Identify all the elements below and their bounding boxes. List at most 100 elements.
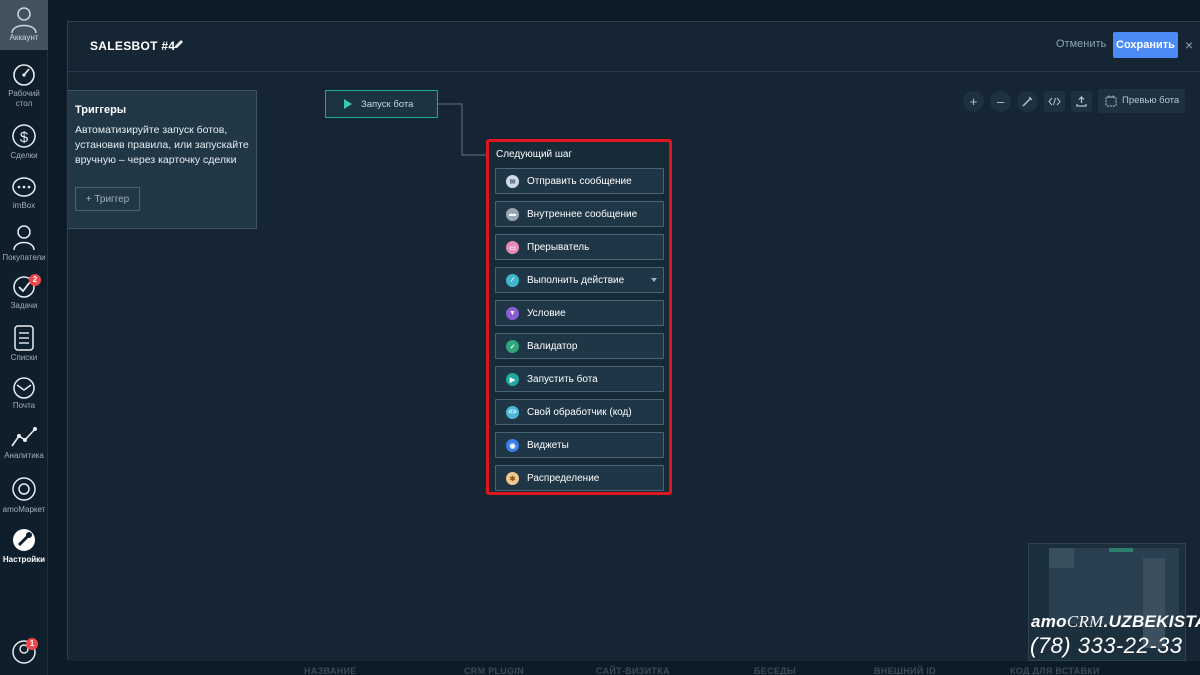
- bot-canvas[interactable]: Триггеры Автоматизируйте запуск ботов, у…: [68, 73, 1200, 661]
- step-label: Валидатор: [527, 341, 578, 352]
- chevron-down-icon[interactable]: [651, 278, 657, 282]
- code-icon: <>: [506, 406, 519, 419]
- sidebar-item-analytics[interactable]: Аналитика: [0, 424, 48, 461]
- sidebar-item-label: Почта: [12, 401, 36, 410]
- notifications-badge: 1: [26, 638, 38, 650]
- dashboard-icon: [13, 64, 35, 86]
- zoom-in-button[interactable]: +: [963, 91, 984, 112]
- step-label: Отправить сообщение: [527, 176, 632, 187]
- sidebar-item-tasks[interactable]: Задачи 2: [0, 274, 48, 311]
- magic-wand-button[interactable]: [1017, 91, 1038, 112]
- notifications-button[interactable]: 1: [0, 638, 48, 666]
- message-icon: ✉: [506, 175, 519, 188]
- next-step-menu: Следующий шаг ✉ Отправить сообщение ▬ Вн…: [486, 139, 672, 495]
- bg-column-embed-code: КОД ДЛЯ ВСТАВКИ: [1010, 666, 1100, 675]
- step-label: Условие: [527, 308, 566, 319]
- distribution-icon: ✱: [506, 472, 519, 485]
- salesbot-editor-modal: SALESBOT #4 Отменить Сохранить × Триггер…: [67, 21, 1200, 661]
- next-step-header: Следующий шаг: [496, 149, 573, 160]
- step-distribution-button[interactable]: ✱ Распределение: [495, 465, 664, 491]
- plus-icon: +: [969, 94, 978, 109]
- save-button[interactable]: Сохранить: [1113, 32, 1178, 58]
- pencil-icon[interactable]: [173, 38, 185, 50]
- watermark-brand: amoCRM.UZBEKISTAN: [1031, 612, 1200, 632]
- sidebar-item-label: Настройки: [2, 555, 46, 564]
- sidebar-item-label: Покупатели: [2, 253, 46, 262]
- start-bot-node[interactable]: Запуск бота: [325, 90, 438, 118]
- step-internal-message-button[interactable]: ▬ Внутреннее сообщение: [495, 201, 664, 227]
- step-label: Запустить бота: [527, 374, 598, 385]
- sidebar-item-label: amoМаркет: [2, 505, 46, 514]
- dollar-icon: $: [12, 124, 36, 148]
- bg-column-name: НАЗВАНИЕ: [304, 666, 357, 675]
- step-validator-button[interactable]: ✓ Валидатор: [495, 333, 664, 359]
- sidebar-item-label: Задачи: [10, 301, 38, 310]
- settings-icon: [13, 529, 35, 551]
- step-condition-button[interactable]: ▼ Условие: [495, 300, 664, 326]
- step-widgets-button[interactable]: ◉ Виджеты: [495, 432, 664, 458]
- minus-icon: –: [996, 94, 1005, 109]
- export-button[interactable]: [1071, 91, 1092, 112]
- sidebar-item-market[interactable]: amoМаркет: [0, 474, 48, 515]
- bg-column-site: САЙТ-ВИЗИТКА: [596, 666, 670, 675]
- preview-label: Превью бота: [1122, 95, 1180, 106]
- sidebar-item-label: Рабочий стол: [8, 89, 40, 108]
- step-label: Распределение: [527, 473, 600, 484]
- svg-text:$: $: [20, 129, 29, 146]
- account-button[interactable]: Аккаунт: [0, 0, 48, 50]
- background-table-header: НАЗВАНИЕ CRM PLUGIN САЙТ-ВИЗИТКА БЕСЕДЫ …: [48, 660, 1200, 675]
- sidebar-item-mail[interactable]: Почта: [0, 376, 48, 411]
- watermark-phone: (78) 333-22-33: [1030, 633, 1183, 658]
- step-label: Свой обработчик (код): [527, 407, 632, 418]
- market-icon: [12, 477, 36, 501]
- play-icon: [344, 99, 352, 109]
- magic-wand-icon: [1022, 96, 1033, 107]
- sidebar-item-label: Сделки: [10, 151, 38, 160]
- sidebar-item-label: imBox: [12, 201, 36, 210]
- brand-suffix: .UZBEKISTAN: [1103, 612, 1200, 631]
- preview-icon: [1105, 95, 1117, 107]
- sidebar-item-label: Аналитика: [4, 451, 44, 460]
- step-custom-code-button[interactable]: <> Свой обработчик (код): [495, 399, 664, 425]
- close-icon[interactable]: ×: [1185, 37, 1193, 53]
- condition-icon: ▼: [506, 307, 519, 320]
- interrupter-icon: ▭: [506, 241, 519, 254]
- run-bot-icon: ▶: [506, 373, 519, 386]
- lists-icon: [14, 325, 34, 351]
- account-label: Аккаунт: [9, 33, 39, 42]
- bg-column-chats: БЕСЕДЫ: [754, 666, 796, 675]
- sidebar-item-imbox[interactable]: imBox: [0, 176, 48, 211]
- bg-column-external-id: ВНЕШНИЙ ID: [874, 666, 936, 675]
- background-page-header: [48, 0, 1200, 21]
- sidebar-item-label: Списки: [10, 353, 38, 362]
- sidebar-item-customers[interactable]: Покупатели: [0, 222, 48, 263]
- validator-icon: ✓: [506, 340, 519, 353]
- bg-column-crm-plugin: CRM PLUGIN: [464, 666, 524, 675]
- analytics-icon: [11, 427, 37, 447]
- sidebar-item-deals[interactable]: $ Сделки: [0, 122, 48, 161]
- internal-message-icon: ▬: [506, 208, 519, 221]
- step-label: Виджеты: [527, 440, 569, 451]
- brand-prefix: amo: [1031, 612, 1067, 631]
- step-label: Прерыватель: [527, 242, 590, 253]
- step-perform-action-button[interactable]: ⁄ Выполнить действие: [495, 267, 664, 293]
- step-label: Внутреннее сообщение: [527, 209, 638, 220]
- cancel-button[interactable]: Отменить: [1056, 38, 1106, 50]
- step-run-bot-button[interactable]: ▶ Запустить бота: [495, 366, 664, 392]
- bot-preview-button[interactable]: Превью бота: [1098, 89, 1185, 113]
- sidebar-item-dashboard[interactable]: Рабочий стол: [0, 62, 48, 109]
- widgets-icon: ◉: [506, 439, 519, 452]
- tasks-count-badge: 2: [29, 274, 41, 286]
- step-send-message-button[interactable]: ✉ Отправить сообщение: [495, 168, 664, 194]
- modal-header: SALESBOT #4 Отменить Сохранить ×: [68, 22, 1200, 72]
- sidebar-item-lists[interactable]: Списки: [0, 324, 48, 363]
- start-node-label: Запуск бота: [361, 99, 414, 110]
- customers-icon: [13, 225, 35, 251]
- code-view-button[interactable]: [1044, 91, 1065, 112]
- brand-crm: CRM: [1066, 612, 1104, 631]
- sidebar-item-settings[interactable]: Настройки: [0, 526, 48, 565]
- code-brackets-icon: [1048, 97, 1061, 106]
- zoom-out-button[interactable]: –: [990, 91, 1011, 112]
- step-interrupter-button[interactable]: ▭ Прерыватель: [495, 234, 664, 260]
- mail-icon: [13, 377, 35, 399]
